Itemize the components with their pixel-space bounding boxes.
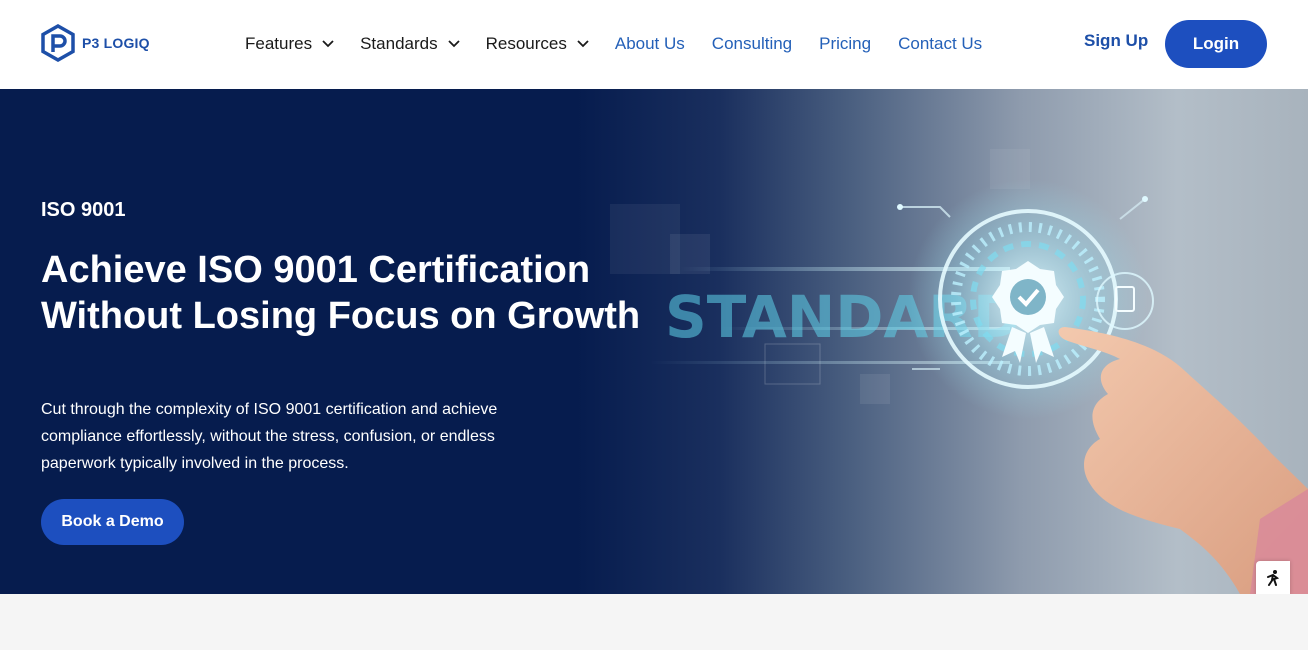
nav-consulting[interactable]: Consulting — [712, 34, 792, 54]
login-button[interactable]: Login — [1165, 20, 1267, 68]
accessibility-button[interactable] — [1256, 561, 1290, 594]
brand-logo[interactable]: P3 LOGIQ — [40, 24, 150, 62]
nav-pricing[interactable]: Pricing — [819, 34, 871, 54]
nav-standards-label: Standards — [360, 34, 438, 53]
brand-name: P3 LOGIQ — [82, 35, 150, 51]
hero-certification-image: STANDARD — [610, 149, 1308, 594]
chevron-down-icon — [447, 40, 460, 48]
next-section — [0, 594, 1308, 650]
hero-eyebrow: ISO 9001 — [41, 199, 126, 221]
chevron-down-icon — [577, 40, 589, 48]
site-header: P3 LOGIQ Features Standards Resources Ab… — [0, 0, 1308, 89]
accessibility-icon — [1267, 570, 1280, 586]
main-nav: Features Standards Resources About Us Co… — [245, 32, 1009, 56]
sign-up-link[interactable]: Sign Up — [1084, 31, 1148, 51]
chevron-down-icon — [322, 40, 334, 48]
nav-features-label: Features — [245, 34, 313, 53]
logo-hexagon-icon — [41, 24, 75, 62]
nav-features[interactable]: Features — [245, 34, 334, 54]
nav-resources[interactable]: Resources — [486, 34, 589, 54]
nav-about-us[interactable]: About Us — [615, 34, 685, 54]
nav-resources-label: Resources — [485, 34, 567, 53]
hero-title: Achieve ISO 9001 Certification Without L… — [41, 249, 641, 337]
hero-description: Cut through the complexity of ISO 9001 c… — [41, 401, 498, 472]
nav-contact-us[interactable]: Contact Us — [898, 34, 982, 54]
book-demo-button[interactable]: Book a Demo — [41, 499, 184, 545]
hero-section: STANDARD ISO 9001 Achieve ISO 9001 Certi… — [0, 89, 1308, 594]
nav-standards[interactable]: Standards — [360, 34, 460, 54]
